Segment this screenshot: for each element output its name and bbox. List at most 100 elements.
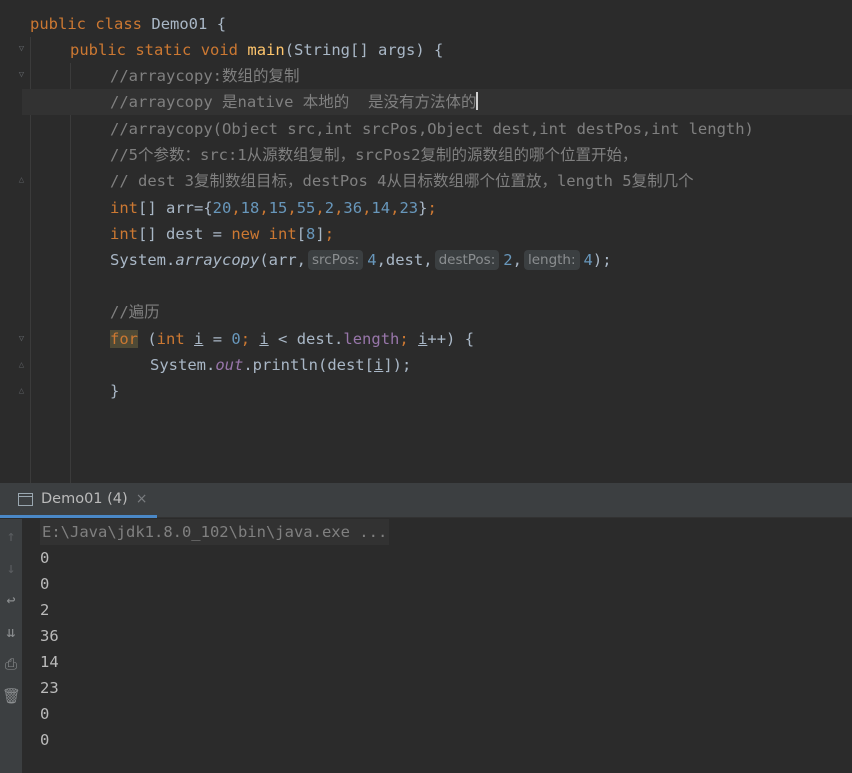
- loop-variable: i: [418, 330, 428, 348]
- code-line-println[interactable]: System.out.println(dest[i]);: [150, 352, 411, 378]
- parameter-hint: srcPos:: [308, 250, 364, 270]
- keyword-for: for: [110, 330, 138, 348]
- paren: (: [138, 330, 157, 348]
- semicolon: ;: [240, 330, 260, 348]
- code-editor[interactable]: ▽ ▽ △ ▽ △ △ public class Demo01 { public…: [0, 0, 852, 483]
- soft-wrap-icon[interactable]: ↩: [2, 591, 20, 609]
- console-output-line: 0: [40, 731, 50, 749]
- code-line-for-loop[interactable]: for (int i = 0; i < dest.length; i++) {: [110, 326, 474, 352]
- declaration: [] dest =: [138, 225, 232, 243]
- loop-variable: i: [373, 356, 384, 374]
- parameter-hint: length:: [523, 250, 580, 270]
- keyword: int: [156, 330, 185, 348]
- code-comment-current-line[interactable]: //arraycopy 是native 本地的 是没有方法体的: [110, 89, 478, 115]
- code-comment[interactable]: // dest 3复制数组目标，destPos 4从目标数组哪个位置放，leng…: [110, 168, 694, 194]
- keyword: static: [135, 41, 192, 59]
- console-output-line: 0: [40, 549, 50, 567]
- console-output[interactable]: E:\Java\jdk1.8.0_102\bin\java.exe ... 0 …: [40, 519, 390, 753]
- number-literal: 18: [240, 199, 260, 217]
- keyword: public: [30, 15, 86, 33]
- operator: < dest.: [268, 330, 344, 348]
- run-tab-bar: Demo01 (4) ×: [0, 483, 852, 518]
- print-icon[interactable]: ⎙: [2, 655, 20, 673]
- semicolon: ;: [324, 225, 335, 243]
- console-output-line: 23: [40, 679, 59, 697]
- keyword: int: [268, 225, 297, 243]
- fold-marker-icon[interactable]: ▽: [16, 70, 27, 81]
- keyword: int: [110, 225, 138, 243]
- number-literal: 36: [343, 199, 363, 217]
- number-literal: 2: [503, 251, 513, 269]
- keyword: int: [110, 199, 138, 217]
- semicolon: ;: [399, 330, 419, 348]
- code-line-arr-declaration[interactable]: int[] arr={20,18,15,55,2,36,14,23};: [110, 195, 437, 221]
- method-call: .println(dest[: [243, 356, 374, 374]
- comma: ,: [512, 251, 522, 269]
- class-ref: System.: [150, 356, 216, 374]
- code-comment[interactable]: //arraycopy:数组的复制: [110, 63, 299, 89]
- run-tab[interactable]: Demo01 (4) ×: [0, 482, 158, 518]
- run-tab-label: Demo01 (4): [41, 490, 128, 507]
- close-icon[interactable]: ×: [136, 482, 148, 517]
- class-ref: System.: [110, 251, 176, 269]
- console-output-line: 2: [40, 601, 50, 619]
- code-comment[interactable]: //arraycopy(Object src,int srcPos,Object…: [110, 116, 754, 142]
- trash-icon[interactable]: 🗑: [2, 687, 21, 705]
- bracket: [: [296, 225, 307, 243]
- arrow-up-icon[interactable]: ↑: [2, 527, 20, 545]
- code-comment[interactable]: //遍历: [110, 299, 160, 325]
- code-line-class-declaration[interactable]: public class Demo01 {: [30, 11, 226, 37]
- brace: {: [216, 15, 227, 33]
- console-output-line: 14: [40, 653, 59, 671]
- comment-text: //arraycopy 是native 本地的 是没有方法体的: [110, 93, 477, 111]
- number-literal: 15: [268, 199, 288, 217]
- parameter-hint: destPos:: [434, 250, 500, 270]
- operator: =: [203, 330, 232, 348]
- argument: (arr,: [259, 251, 306, 269]
- code-line-dest-declaration[interactable]: int[] dest = new int[8];: [110, 221, 334, 247]
- console-icon: [18, 492, 33, 506]
- code-line-close-brace[interactable]: }: [110, 378, 119, 404]
- keyword: class: [95, 15, 143, 33]
- code-comment[interactable]: //5个参数：src:1从源数组复制，srcPos2复制的源数组的哪个位置开始，: [110, 142, 637, 168]
- loop-variable: i: [259, 330, 269, 348]
- scroll-to-end-icon[interactable]: ⇊: [2, 623, 20, 641]
- fold-end-icon[interactable]: △: [16, 360, 27, 371]
- declaration: [] arr={: [138, 199, 213, 217]
- run-toolbar: ↑ ↓ ↩ ⇊ ⎙ 🗑: [0, 519, 22, 773]
- argument: ,dest,: [376, 251, 433, 269]
- console-command: E:\Java\jdk1.8.0_102\bin\java.exe ...: [40, 519, 390, 545]
- paren: ]);: [383, 356, 412, 374]
- class-name: Demo01: [151, 15, 208, 33]
- fold-end-icon[interactable]: △: [16, 386, 27, 397]
- console-output-line: 0: [40, 705, 50, 723]
- method-name: main: [247, 41, 285, 59]
- fold-marker-icon[interactable]: ▽: [16, 334, 27, 345]
- number-literal: 55: [296, 199, 316, 217]
- loop-variable: i: [194, 330, 204, 348]
- bracket: ]: [315, 225, 325, 243]
- number-literal: 14: [371, 199, 391, 217]
- console-output-line: 0: [40, 575, 50, 593]
- editor-gutter: ▽ ▽ △ ▽ △ △: [0, 0, 24, 483]
- arrow-down-icon[interactable]: ↓: [2, 559, 20, 577]
- code-line-method-declaration[interactable]: public static void main(String[] args) {: [70, 37, 443, 63]
- console-output-line: 36: [40, 627, 59, 645]
- fold-marker-icon[interactable]: ▽: [16, 44, 27, 55]
- static-field: out: [215, 356, 244, 374]
- method-call: arraycopy: [175, 251, 260, 269]
- indent-guide: [70, 63, 71, 483]
- code-line-arraycopy-call[interactable]: System.arraycopy(arr, srcPos: 4,dest, destP…: [110, 247, 612, 273]
- text-caret: [476, 92, 478, 110]
- paren: );: [592, 251, 612, 269]
- field-ref: length: [343, 330, 400, 348]
- keyword: new: [231, 225, 260, 243]
- number-literal: 20: [212, 199, 232, 217]
- semicolon: ;: [427, 199, 437, 217]
- keyword: public: [70, 41, 126, 59]
- number-literal: 2: [324, 199, 335, 217]
- number-literal: 8: [306, 225, 316, 243]
- fold-end-icon[interactable]: △: [16, 175, 27, 186]
- number-literal: 4: [367, 251, 377, 269]
- run-panel: Demo01 (4) × ↑ ↓ ↩ ⇊ ⎙ 🗑 E:\Java\jdk1.8.…: [0, 483, 852, 773]
